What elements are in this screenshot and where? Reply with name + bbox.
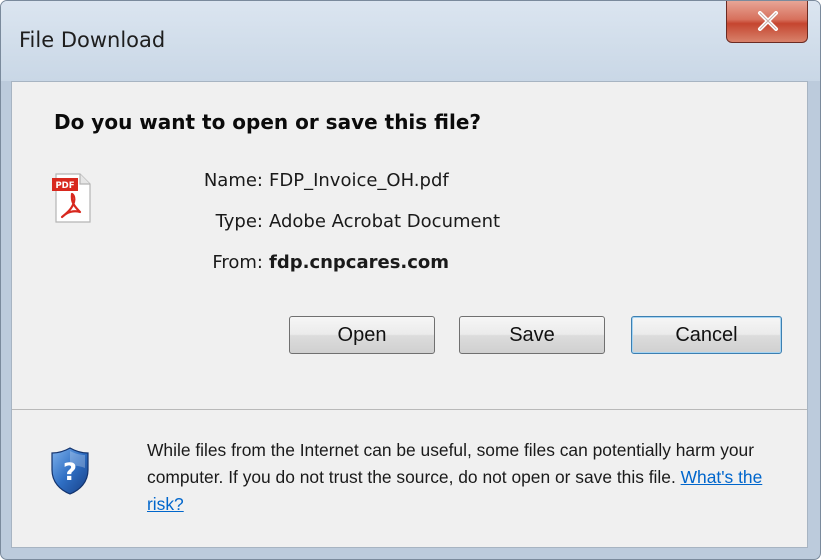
file-type-row: Type: Adobe Acrobat Document [162, 211, 622, 252]
file-source-row: From: fdp.cnpcares.com [162, 252, 622, 293]
file-name-row: Name: FDP_Invoice_OH.pdf [162, 170, 622, 211]
window-title: File Download [19, 28, 166, 52]
warning-text: While files from the Internet can be use… [147, 440, 755, 487]
file-info: Name: FDP_Invoice_OH.pdf Type: Adobe Acr… [162, 170, 622, 293]
title-bar[interactable]: File Download [1, 1, 820, 81]
file-type-value: Adobe Acrobat Document [269, 211, 501, 232]
svg-text:?: ? [63, 458, 77, 486]
save-button[interactable]: Save [459, 316, 605, 354]
security-warning: ? While files from the Internet can be u… [12, 410, 807, 547]
cancel-button[interactable]: Cancel [631, 316, 782, 354]
open-button[interactable]: Open [289, 316, 435, 354]
close-icon [758, 11, 778, 31]
file-type-label: Type: [215, 211, 263, 232]
dialog-body: Do you want to open or save this file? P… [11, 81, 808, 548]
file-source-value: fdp.cnpcares.com [269, 252, 450, 273]
security-shield-question-icon: ? [51, 447, 89, 495]
pdf-file-icon: PDF [52, 173, 91, 223]
close-button[interactable] [726, 1, 808, 43]
file-source-label: From: [212, 252, 263, 273]
dialog-question: Do you want to open or save this file? [54, 110, 482, 134]
file-name-value: FDP_Invoice_OH.pdf [269, 170, 449, 191]
warning-message: While files from the Internet can be use… [147, 437, 797, 518]
file-download-dialog: File Download Do you want to open or sav… [0, 0, 821, 560]
svg-text:PDF: PDF [55, 181, 74, 191]
file-name-label: Name: [203, 170, 263, 191]
